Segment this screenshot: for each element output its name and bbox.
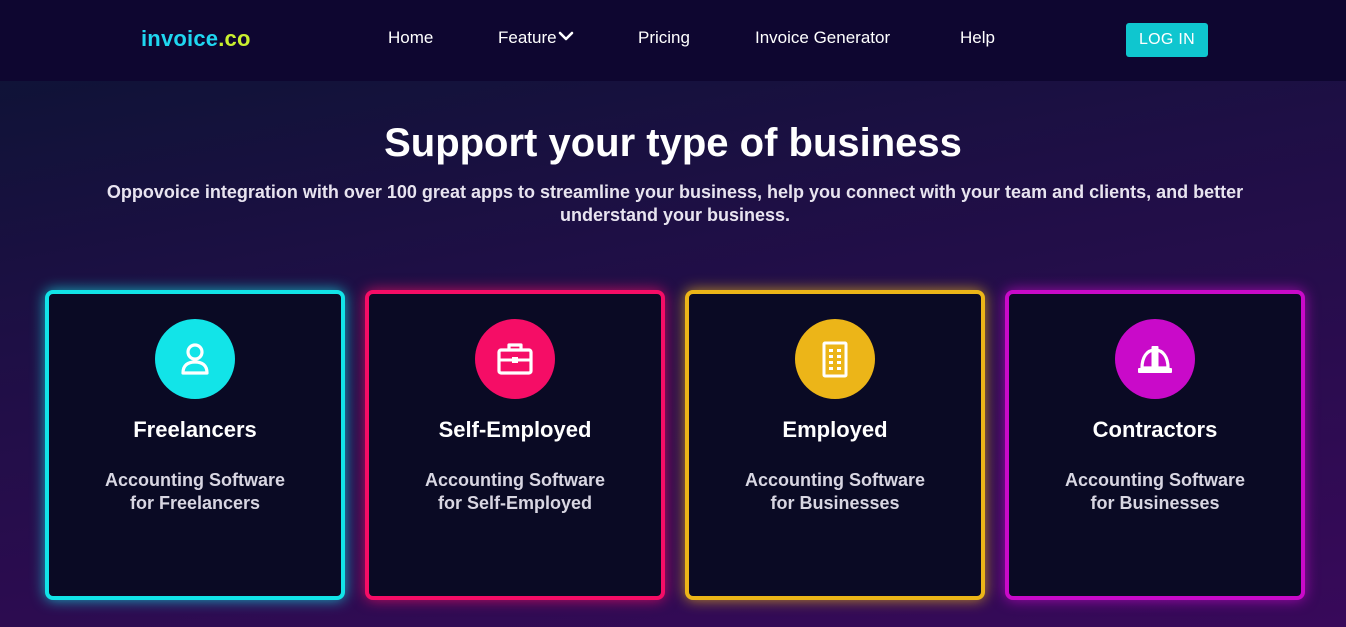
navbar: invoice.co Home Feature Pricing Invoice … <box>0 0 1346 81</box>
brand-logo[interactable]: invoice.co <box>141 26 251 52</box>
card-self-employed[interactable]: Self-Employed Accounting Software for Se… <box>365 290 665 600</box>
card-title: Employed <box>782 417 888 442</box>
brand-tld: .co <box>218 26 251 51</box>
card-description: Accounting Software for Businesses <box>709 469 961 515</box>
card-description: Accounting Software for Self-Employed <box>389 469 641 515</box>
card-title: Self-Employed <box>438 417 592 442</box>
card-description-line2: for Freelancers <box>129 493 261 513</box>
nav-pricing-link[interactable]: Pricing <box>638 28 690 48</box>
nav-feature-label: Feature <box>498 28 557 47</box>
card-freelancers[interactable]: Freelancers Accounting Software for Free… <box>45 290 345 600</box>
hard-hat-icon <box>1115 319 1195 399</box>
nav-home-link[interactable]: Home <box>388 28 433 48</box>
card-contractors[interactable]: Contractors Accounting Software for Busi… <box>1005 290 1305 600</box>
card-title: Contractors <box>1092 417 1218 442</box>
card-title: Freelancers <box>133 417 257 442</box>
card-description: Accounting Software for Freelancers <box>69 469 321 515</box>
card-description-line1: Accounting Software <box>744 470 925 490</box>
brand-name: invoice <box>141 26 219 51</box>
nav-help-link[interactable]: Help <box>960 28 995 48</box>
card-description-line2: for Businesses <box>1090 493 1220 513</box>
login-button[interactable]: LOG IN <box>1126 23 1208 57</box>
nav-feature-dropdown[interactable]: Feature <box>498 28 574 48</box>
building-icon <box>795 319 875 399</box>
user-icon <box>155 319 235 399</box>
card-description: Accounting Software for Businesses <box>1029 469 1281 515</box>
card-description-line2: for Self-Employed <box>437 493 593 513</box>
card-description-line1: Accounting Software <box>424 470 605 490</box>
card-description-line1: Accounting Software <box>104 470 285 490</box>
briefcase-icon <box>475 319 555 399</box>
card-description-line1: Accounting Software <box>1064 470 1245 490</box>
page-subtitle: Oppovoice integration with over 100 grea… <box>106 182 1244 225</box>
card-employed[interactable]: Employed Accounting Software for Busines… <box>685 290 985 600</box>
card-description-line2: for Businesses <box>770 493 900 513</box>
chevron-down-icon <box>558 27 574 47</box>
page-title: Support your type of business <box>384 121 962 165</box>
nav-invoice-generator-link[interactable]: Invoice Generator <box>755 28 890 48</box>
